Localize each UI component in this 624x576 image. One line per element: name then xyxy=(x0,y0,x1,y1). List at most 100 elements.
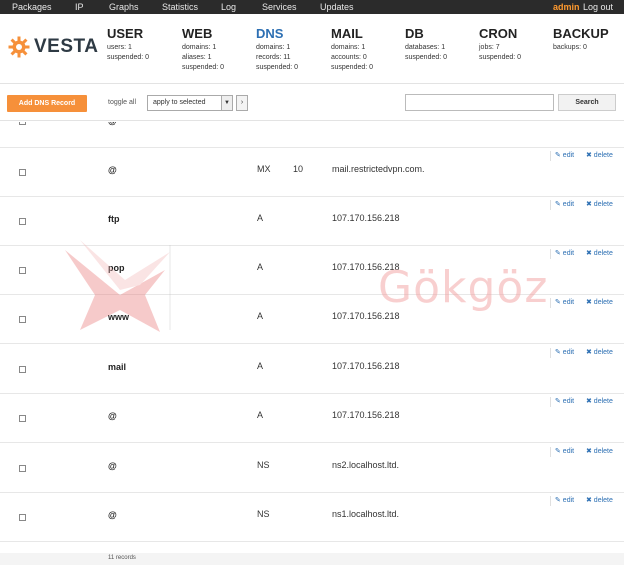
stat-title: MAIL xyxy=(331,26,363,41)
stat-line: databases: 1 xyxy=(405,44,446,51)
row-checkbox[interactable] xyxy=(19,514,26,521)
stat-line: records: 11 xyxy=(256,54,291,61)
table-row: @ MX 10 mail.restrictedvpn.com. ✎ edit ✖… xyxy=(0,148,624,197)
stat-line: aliases: 1 xyxy=(182,54,212,61)
apply-bulk-button[interactable]: › xyxy=(236,95,248,111)
edit-link[interactable]: ✎ edit xyxy=(555,348,574,358)
row-checkbox[interactable] xyxy=(19,169,26,176)
edit-link[interactable]: ✎ edit xyxy=(555,200,574,210)
add-dns-record-button[interactable]: Add DNS Record xyxy=(7,95,87,112)
row-checkbox[interactable] xyxy=(19,366,26,373)
stat-dns[interactable]: DNS domains: 1 records: 11 suspended: 0 xyxy=(256,26,298,73)
delete-link[interactable]: ✖ delete xyxy=(586,447,613,457)
stat-title: WEB xyxy=(182,26,213,41)
watermark-text: Gökgöz xyxy=(378,262,549,313)
row-actions: ✎ edit ✖ delete xyxy=(550,348,620,358)
stat-user[interactable]: USER users: 1 suspended: 0 xyxy=(107,26,149,63)
record-name: @ xyxy=(108,510,117,520)
edit-link[interactable]: ✎ edit xyxy=(555,496,574,506)
logout-link[interactable]: Log out xyxy=(583,0,613,14)
nav-statistics[interactable]: Statistics xyxy=(162,0,198,14)
watermark-logo xyxy=(65,240,171,332)
nav-updates[interactable]: Updates xyxy=(320,0,354,14)
row-checkbox[interactable] xyxy=(19,218,26,225)
row-checkbox[interactable] xyxy=(19,415,26,422)
stat-line: jobs: 7 xyxy=(479,44,500,51)
toolbar-divider xyxy=(0,120,624,121)
table-row: @ A 107.170.156.218 ✎ edit ✖ delete xyxy=(0,394,624,443)
user-name-link[interactable]: admin xyxy=(553,0,580,14)
top-navigation-bar: Packages IP Graphs Statistics Log Servic… xyxy=(0,0,624,14)
stat-line: suspended: 0 xyxy=(256,64,299,71)
delete-link[interactable]: ✖ delete xyxy=(586,151,613,161)
table-row: @ NS ns1.localhost.ltd. ✎ edit ✖ delete xyxy=(0,493,624,542)
vesta-logo[interactable]: VESTA xyxy=(8,36,98,58)
record-value: 107.170.156.218 xyxy=(332,410,400,420)
record-count: 11 records xyxy=(108,555,136,561)
record-value: ns1.localhost.ltd. xyxy=(332,509,400,519)
record-type: A xyxy=(257,262,264,272)
edit-link[interactable]: ✎ edit xyxy=(555,151,574,161)
toggle-all-link[interactable]: toggle all xyxy=(108,99,136,106)
stat-backup[interactable]: BACKUP backups: 0 xyxy=(553,26,609,53)
row-actions: ✎ edit ✖ delete xyxy=(550,447,620,457)
delete-link[interactable]: ✖ delete xyxy=(586,348,613,358)
stat-line: domains: 1 xyxy=(331,44,366,51)
row-checkbox[interactable] xyxy=(19,122,26,125)
edit-link[interactable]: ✎ edit xyxy=(555,298,574,308)
edit-link[interactable]: ✎ edit xyxy=(555,249,574,259)
edit-link[interactable]: ✎ edit xyxy=(555,397,574,407)
stat-line: suspended: 0 xyxy=(331,64,374,71)
row-actions: ✎ edit ✖ delete xyxy=(550,496,620,506)
record-type: A xyxy=(257,410,264,420)
row-actions: ✎ edit ✖ delete xyxy=(550,397,620,407)
row-actions: ✎ edit ✖ delete xyxy=(550,249,620,259)
search-input[interactable] xyxy=(405,94,554,111)
record-value: 107.170.156.218 xyxy=(332,361,400,371)
stat-db[interactable]: DB databases: 1 suspended: 0 xyxy=(405,26,447,63)
row-checkbox[interactable] xyxy=(19,267,26,274)
stat-line: domains: 1 xyxy=(182,44,217,51)
nav-packages[interactable]: Packages xyxy=(12,0,52,14)
record-priority: 10 xyxy=(293,164,304,174)
stat-title: USER xyxy=(107,26,144,41)
stat-mail[interactable]: MAIL domains: 1 accounts: 0 suspended: 0 xyxy=(331,26,373,73)
stat-title: BACKUP xyxy=(553,26,609,41)
delete-link[interactable]: ✖ delete xyxy=(586,298,613,308)
row-actions: ✎ edit ✖ delete xyxy=(550,200,620,210)
stat-title: DNS xyxy=(256,26,284,41)
stat-line: users: 1 xyxy=(107,44,132,51)
bulk-action-value: apply to selected xyxy=(153,99,206,106)
table-row: ftp A 107.170.156.218 ✎ edit ✖ delete xyxy=(0,197,624,246)
search-button[interactable]: Search xyxy=(558,94,616,111)
record-type: MX xyxy=(257,164,271,174)
chevron-down-icon: ▼ xyxy=(221,96,232,110)
stat-line: suspended: 0 xyxy=(479,54,522,61)
stat-line: suspended: 0 xyxy=(405,54,448,61)
nav-log[interactable]: Log xyxy=(221,0,236,14)
delete-link[interactable]: ✖ delete xyxy=(586,496,613,506)
record-type: A xyxy=(257,213,264,223)
edit-link[interactable]: ✎ edit xyxy=(555,447,574,457)
record-name: @ xyxy=(108,122,117,126)
stat-line: suspended: 0 xyxy=(182,64,225,71)
nav-services[interactable]: Services xyxy=(262,0,297,14)
record-type: NS xyxy=(257,460,270,470)
delete-link[interactable]: ✖ delete xyxy=(586,249,613,259)
nav-graphs[interactable]: Graphs xyxy=(109,0,139,14)
stat-title: DB xyxy=(405,26,424,41)
stat-cron[interactable]: CRON jobs: 7 suspended: 0 xyxy=(479,26,521,63)
row-checkbox[interactable] xyxy=(19,316,26,323)
stat-web[interactable]: WEB domains: 1 aliases: 1 suspended: 0 xyxy=(182,26,224,73)
row-actions: ✎ edit ✖ delete xyxy=(550,298,620,308)
stat-line: accounts: 0 xyxy=(331,54,367,61)
delete-link[interactable]: ✖ delete xyxy=(586,397,613,407)
delete-link[interactable]: ✖ delete xyxy=(586,200,613,210)
nav-ip[interactable]: IP xyxy=(75,0,84,14)
row-checkbox[interactable] xyxy=(19,465,26,472)
table-footer: 11 records xyxy=(0,553,624,565)
stat-line: backups: 0 xyxy=(553,44,587,51)
record-value: 107.170.156.218 xyxy=(332,213,400,223)
record-type: A xyxy=(257,311,264,321)
bulk-action-select[interactable]: apply to selected ▼ xyxy=(147,95,233,111)
